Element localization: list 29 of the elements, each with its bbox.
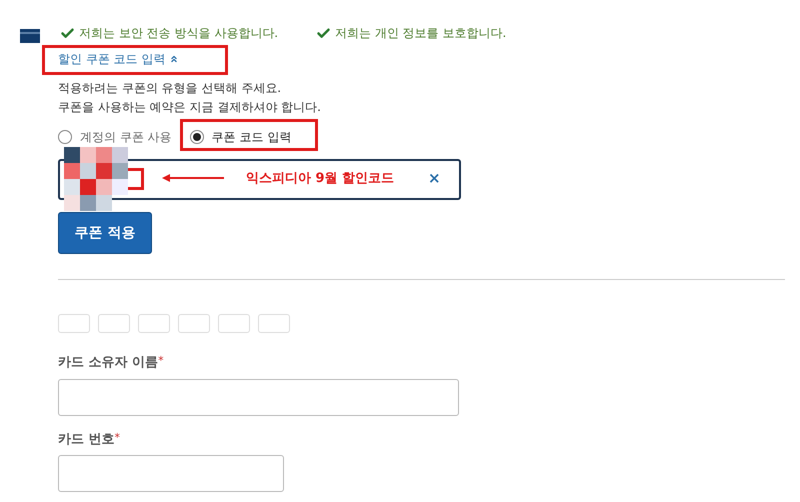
card-logo-slot <box>138 314 170 333</box>
chevron-up-icon <box>169 54 180 64</box>
text-field[interactable] <box>58 455 284 492</box>
card-logo-slot <box>58 314 90 333</box>
clear-button[interactable]: × <box>428 167 441 190</box>
annotation-text: 익스피디아 9월 할인코드 <box>246 170 394 188</box>
required-mark: * <box>114 430 120 446</box>
radio-button[interactable] <box>190 130 204 144</box>
trust-text: 저희는 개인 정보를 보호합니다. <box>335 25 506 42</box>
card-logo-slot <box>218 314 250 333</box>
text-field[interactable] <box>58 378 459 416</box>
check-icon <box>60 26 75 40</box>
radio-button[interactable] <box>58 130 72 144</box>
instruction-text: 쿠폰을 사용하는 예약은 지금 결제하셔야 합니다. <box>58 99 322 116</box>
card-icon <box>20 29 40 43</box>
required-mark: * <box>158 353 164 369</box>
check-icon <box>316 26 332 40</box>
card-logo-slot <box>98 314 130 333</box>
arrow <box>162 173 224 183</box>
radio-label: 계정의 쿠폰 사용 <box>80 129 172 146</box>
card-logo-slot <box>178 314 210 333</box>
coupon-toggle-link[interactable]: 할인 쿠폰 코드 입력 <box>58 50 180 68</box>
card-logo-slot <box>258 314 290 333</box>
instruction-text: 적용하려는 쿠폰의 유형을 선택해 주세요. <box>58 80 282 97</box>
field-label: 카드 소유자 이름 <box>58 354 158 372</box>
trust-text: 저희는 보안 전송 방식을 사용합니다. <box>79 25 278 42</box>
field-label: 카드 번호 <box>58 430 115 448</box>
radio-label: 쿠폰 코드 입력 <box>212 129 292 146</box>
apply-coupon-button[interactable]: 쿠폰 적용 <box>58 212 152 254</box>
